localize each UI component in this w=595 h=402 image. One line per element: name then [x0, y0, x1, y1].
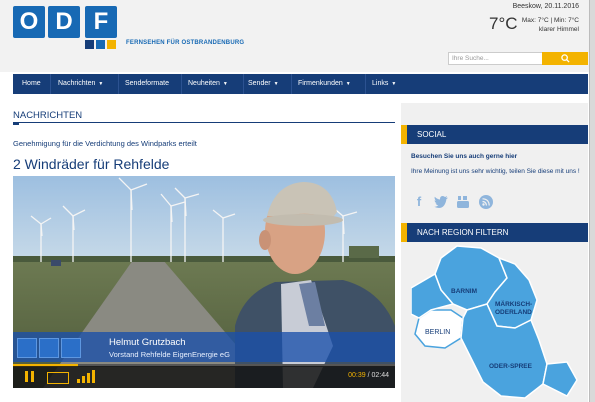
social-title: SOCIAL: [417, 130, 447, 139]
caret-down-icon: ▼: [273, 81, 279, 87]
video-controls: 00:39 / 02:44: [13, 366, 395, 388]
nav-divider: [181, 74, 182, 94]
nav-divider: [243, 74, 244, 94]
video-player[interactable]: Helmut Grutzbach Vorstand Rehfelde Eigen…: [13, 176, 395, 388]
header-accent: [401, 125, 407, 144]
nav-item-sendeformate[interactable]: Sendeformate: [125, 74, 169, 94]
logo-letter-o: O: [13, 6, 45, 38]
volume-bar: [77, 379, 80, 383]
nav-divider: [291, 74, 292, 94]
main-nav: Home Nachrichten ▼ Sendeformate Neuheiten…: [13, 74, 588, 94]
lower-third-name: Helmut Grutzbach: [109, 337, 186, 348]
region-filter-title: NACH REGION FILTERN: [417, 228, 509, 237]
weather-info: Max: 7°C | Min: 7°C klarer Himmel: [522, 16, 579, 34]
social-text: Ihre Meinung ist uns sehr wichtig, teile…: [411, 168, 580, 175]
logo-square: [85, 40, 94, 49]
lower-third-box: [17, 338, 37, 358]
weather-minmax: Max: 7°C | Min: 7°C: [521, 17, 579, 24]
caret-down-icon: ▼: [391, 81, 397, 87]
logo-square: [107, 40, 116, 49]
youtube-icon[interactable]: [455, 194, 471, 210]
volume-bar: [92, 370, 95, 383]
lower-third-box: [61, 338, 81, 358]
nav-item-home[interactable]: Home: [22, 74, 41, 94]
magnifier-icon: [560, 54, 570, 63]
region-label-berlin: BERLIN: [425, 329, 450, 336]
nav-label: Sender: [248, 80, 271, 87]
time-current: 00:39: [348, 372, 366, 379]
region-map-area: [542, 361, 578, 397]
temperature: 7°C: [489, 14, 518, 33]
nav-divider: [365, 74, 366, 94]
site-header: O D F FERNSEHEN FÜR OSTBRANDENBURG Beesk…: [0, 0, 589, 72]
article-headline: 2 Windräder für Rehfelde: [13, 156, 170, 172]
header-accent: [401, 223, 407, 242]
section-marker: [13, 122, 19, 125]
nav-item-firmenkunden[interactable]: Firmenkunden ▼: [298, 74, 351, 94]
region-filter-header: NACH REGION FILTERN: [401, 223, 588, 242]
caret-down-icon: ▼: [345, 81, 351, 87]
lower-third: Helmut Grutzbach Vorstand Rehfelde Eigen…: [13, 332, 395, 362]
scrollbar-track[interactable]: [589, 0, 595, 402]
search-input[interactable]: Ihre Suche...: [448, 52, 545, 65]
lower-third-role: Vorstand Rehfelde EigenEnergie eG: [109, 350, 230, 359]
search-button[interactable]: [542, 52, 588, 65]
caret-down-icon: ▼: [98, 81, 104, 87]
article-teaser[interactable]: Genehmigung für die Verdichtung des Wind…: [13, 139, 197, 148]
nav-divider: [118, 74, 119, 94]
nav-label: Links: [372, 80, 389, 87]
video-time: 00:39 / 02:44: [348, 372, 389, 379]
region-label-barnim: BARNIM: [451, 288, 477, 295]
weather-description: klarer Himmel: [538, 26, 579, 33]
caret-down-icon: ▼: [222, 81, 228, 87]
twitter-icon[interactable]: [433, 194, 449, 210]
nav-divider: [50, 74, 51, 94]
tagline: FERNSEHEN FÜR OSTBRANDENBURG: [126, 40, 245, 46]
page: O D F FERNSEHEN FÜR OSTBRANDENBURG Beesk…: [0, 0, 595, 402]
time-total: 02:44: [371, 372, 389, 379]
region-map: BARNIM MÄRKISCH-ODERLAND BERLIN ODER-SPR…: [411, 245, 578, 399]
lower-third-box: [39, 338, 59, 358]
volume-bar: [87, 373, 90, 383]
section-divider: [13, 122, 395, 123]
facebook-icon[interactable]: f: [411, 194, 427, 210]
nav-label: Home: [22, 80, 41, 87]
nav-label: Nachrichten: [58, 80, 96, 87]
volume-bar: [82, 376, 85, 383]
fullscreen-icon[interactable]: [47, 372, 69, 384]
nav-item-nachrichten[interactable]: Nachrichten ▼: [58, 74, 103, 94]
logo-letter-d: D: [48, 6, 80, 38]
rss-icon[interactable]: [478, 194, 494, 210]
logo-letter-f: F: [85, 6, 117, 38]
social-header: SOCIAL: [401, 125, 588, 144]
logo-square: [96, 40, 105, 49]
date-location: Beeskow, 20.11.2016: [512, 3, 579, 10]
region-label-oder-spree: ODER-SPREE: [489, 363, 533, 370]
nav-label: Neuheiten: [188, 80, 220, 87]
nav-item-sender[interactable]: Sender ▼: [248, 74, 279, 94]
nav-label: Firmenkunden: [298, 80, 343, 87]
nav-label: Sendeformate: [125, 80, 169, 87]
pause-icon[interactable]: [25, 371, 28, 382]
pause-icon[interactable]: [31, 371, 34, 382]
nav-item-links[interactable]: Links ▼: [372, 74, 396, 94]
section-title: NACHRICHTEN: [13, 110, 83, 121]
nav-item-neuheiten[interactable]: Neuheiten ▼: [188, 74, 228, 94]
social-subtitle: Besuchen Sie uns auch gerne hier: [411, 153, 518, 160]
